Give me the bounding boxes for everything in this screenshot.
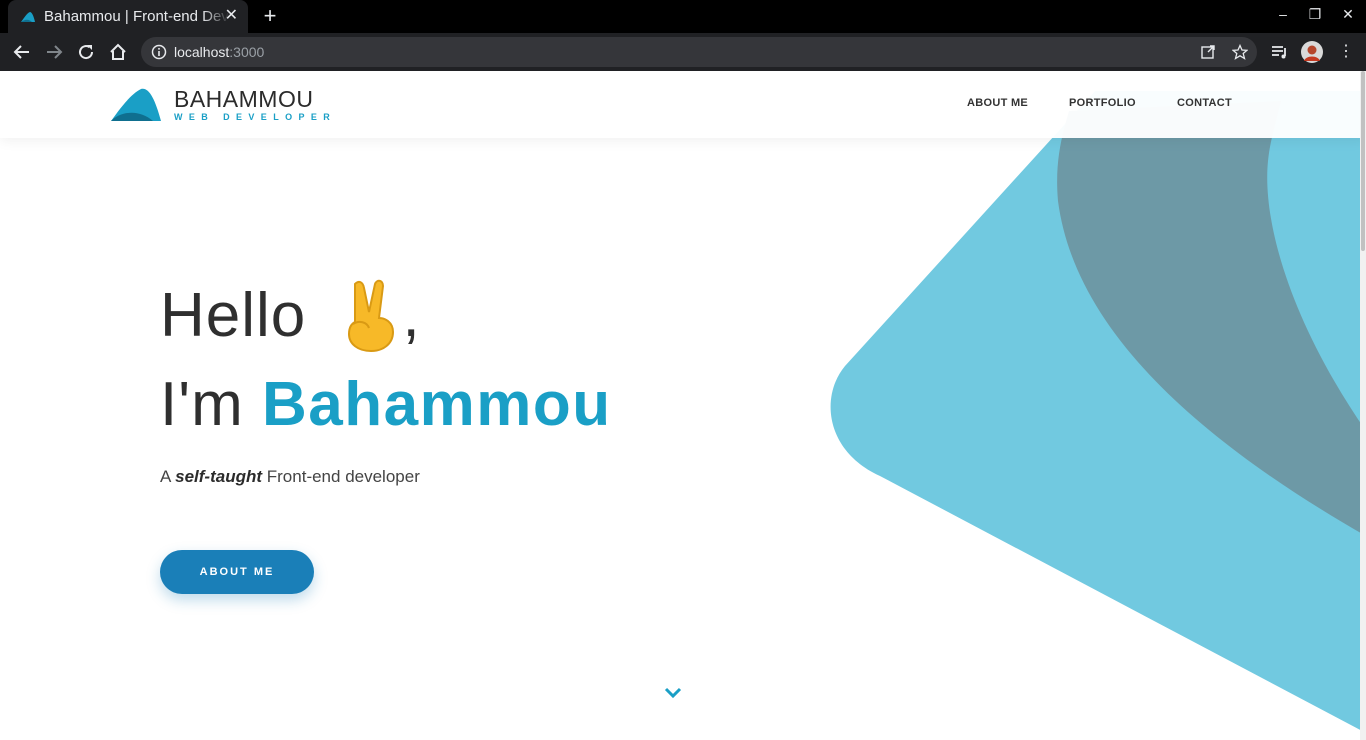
reload-button[interactable] (76, 42, 96, 62)
avatar[interactable] (1301, 41, 1323, 63)
logo-mark-icon (111, 88, 161, 121)
home-button[interactable] (108, 42, 128, 62)
new-tab-button[interactable]: + (260, 4, 280, 28)
hero-comma: , (402, 281, 421, 350)
site-header: BAHAMMOU WEB DEVELOPER ABOUT ME PORTFOLI… (0, 71, 1366, 138)
arrow-right-icon (47, 45, 63, 59)
minimize-button[interactable]: – (1273, 6, 1293, 22)
hero-greeting: Hello , (160, 276, 421, 356)
menu-icon[interactable]: ⋮ (1336, 42, 1356, 62)
url-host: localhost (174, 44, 230, 60)
browser-tab[interactable]: Bahammou | Front-end Developer ✕ (8, 0, 248, 33)
reload-icon (79, 45, 94, 60)
tagline-post: Front-end developer (266, 467, 420, 486)
tagline-pre: A (160, 467, 171, 486)
chevron-down-icon[interactable] (663, 686, 683, 700)
star-icon[interactable] (1232, 44, 1248, 60)
browser-titlebar: Bahammou | Front-end Developer ✕ + – ❐ ✕ (0, 0, 1366, 33)
about-me-button[interactable]: ABOUT ME (160, 550, 314, 594)
hero-hello: Hello (160, 281, 307, 350)
address-bar[interactable]: localhost:3000 (141, 37, 1257, 67)
back-button[interactable] (12, 42, 32, 62)
nav-portfolio[interactable]: PORTFOLIO (1069, 97, 1136, 109)
home-icon (110, 43, 126, 60)
open-external-icon[interactable] (1200, 44, 1216, 60)
logo-name: BAHAMMOU (174, 85, 314, 112)
nav-about-me[interactable]: ABOUT ME (967, 97, 1028, 109)
nav-contact[interactable]: CONTACT (1177, 97, 1232, 109)
victory-hand-icon (347, 279, 394, 352)
site-logo[interactable]: BAHAMMOU WEB DEVELOPER (109, 85, 336, 125)
url-port: :3000 (229, 44, 265, 60)
hero-im: I'm (160, 370, 244, 439)
hero-name: Bahammou (261, 370, 612, 439)
hero-tagline: A self-taught Front-end developer (160, 467, 420, 487)
tagline-emphasis: self-taught (175, 467, 263, 486)
site-favicon-icon (21, 11, 35, 22)
tab-close-icon[interactable]: ✕ (225, 8, 238, 24)
close-window-button[interactable]: ✕ (1338, 6, 1358, 23)
browser-toolbar: localhost:3000 ⋮ (0, 33, 1366, 71)
forward-button[interactable] (44, 42, 64, 62)
scrollbar-thumb[interactable] (1361, 71, 1365, 251)
info-icon[interactable] (151, 44, 167, 60)
hero-name-line: I'm Bahammou (160, 365, 612, 445)
tab-title: Bahammou | Front-end Developer (44, 8, 230, 25)
logo-tagline: WEB DEVELOPER (174, 111, 337, 122)
maximize-button[interactable]: ❐ (1305, 6, 1325, 23)
media-queue-icon[interactable] (1270, 42, 1290, 62)
arrow-left-icon (13, 45, 29, 59)
web-page: BAHAMMOU WEB DEVELOPER ABOUT ME PORTFOLI… (0, 71, 1366, 740)
url-text[interactable]: localhost:3000 (174, 44, 264, 60)
